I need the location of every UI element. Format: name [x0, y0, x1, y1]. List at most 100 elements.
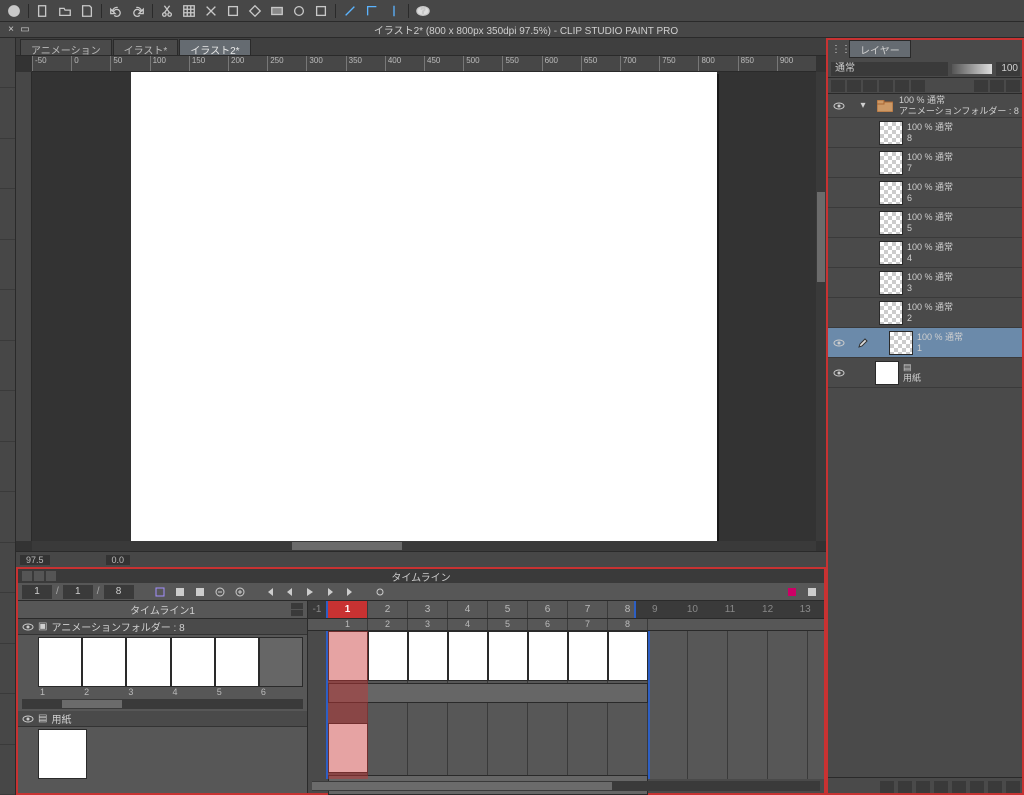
eye-icon[interactable] [827, 367, 851, 379]
layer-row[interactable]: 100 % 通常4 [827, 238, 1024, 268]
frame-cell[interactable] [528, 631, 568, 681]
track-strip[interactable] [328, 683, 648, 703]
cel-thumb[interactable] [259, 637, 303, 687]
cel-thumb[interactable] [126, 637, 170, 687]
frame-cell[interactable] [608, 631, 648, 681]
layer-color-icon[interactable] [988, 781, 1002, 793]
save-icon[interactable] [77, 2, 97, 20]
expand-icon[interactable]: ▾ [851, 100, 875, 111]
frame-cell[interactable] [488, 631, 528, 681]
new-timeline-icon[interactable] [152, 585, 168, 599]
zoom-in-icon[interactable] [232, 585, 248, 599]
tracklist-hscroll[interactable] [22, 699, 303, 709]
minimize-window-icon[interactable]: ▭ [20, 25, 30, 35]
playhead-column[interactable] [328, 631, 368, 779]
layer-tab[interactable]: レイヤー [849, 40, 911, 58]
clip-icon[interactable] [863, 80, 877, 92]
snap-special-icon[interactable] [362, 2, 382, 20]
timeline-spinner[interactable] [291, 603, 303, 617]
lock-pixel-icon[interactable] [847, 80, 861, 92]
grid-icon[interactable] [179, 2, 199, 20]
tab-illust2[interactable]: イラスト2* [179, 39, 250, 55]
tl-btn-a[interactable] [172, 585, 188, 599]
tab-animation[interactable]: アニメーション [20, 39, 112, 55]
layer-row[interactable]: 100 % 通常2 [827, 298, 1024, 328]
opacity-value[interactable]: 100 [996, 62, 1020, 76]
timeline-hscroll[interactable] [312, 781, 820, 791]
rotation-value[interactable]: 0.0 [106, 555, 131, 565]
loop-icon[interactable] [372, 585, 388, 599]
next-frame-icon[interactable] [322, 585, 338, 599]
frame-denoma[interactable]: 1 [63, 585, 93, 599]
new-layer-icon[interactable] [880, 781, 894, 793]
gradient-icon[interactable] [267, 2, 287, 20]
canvas-viewport[interactable] [32, 72, 816, 541]
draft-icon[interactable] [895, 80, 909, 92]
new-file-icon[interactable] [33, 2, 53, 20]
frame-tick[interactable]: 5 [488, 601, 528, 618]
help-icon[interactable]: ? [413, 2, 433, 20]
cel-thumb[interactable] [215, 637, 259, 687]
color-icon[interactable] [1006, 80, 1020, 92]
clip-studio-icon[interactable] [4, 2, 24, 20]
timeline-name[interactable]: タイムライン1 [130, 602, 195, 617]
layer-row-selected[interactable]: 100 % 通常1 [827, 328, 1024, 358]
cut-icon[interactable] [157, 2, 177, 20]
light-icon[interactable] [804, 585, 820, 599]
canvas-vscroll[interactable] [816, 72, 826, 541]
timeline-close-icon[interactable] [22, 571, 32, 581]
tl-btn-b[interactable] [192, 585, 208, 599]
frame-cell[interactable] [448, 631, 488, 681]
frame-tick[interactable]: 7 [568, 601, 608, 618]
lock-alpha-icon[interactable] [831, 80, 845, 92]
merge-icon[interactable] [934, 781, 948, 793]
go-start-icon[interactable] [262, 585, 278, 599]
tab-illust1[interactable]: イラスト* [113, 39, 179, 55]
snap-grid-icon[interactable] [384, 2, 404, 20]
zoom-out-icon[interactable] [212, 585, 228, 599]
track-paper[interactable]: ▤ 用紙 [18, 711, 307, 727]
mask-enable-icon[interactable] [970, 781, 984, 793]
onion-icon[interactable] [784, 585, 800, 599]
frame-denomb[interactable]: 8 [104, 585, 134, 599]
frame-cell[interactable] [408, 631, 448, 681]
layer-row[interactable]: 100 % 通常3 [827, 268, 1024, 298]
open-file-icon[interactable] [55, 2, 75, 20]
end-marker[interactable]: 9 10 11 12 13 [634, 601, 824, 618]
snap-ruler-icon[interactable] [340, 2, 360, 20]
tool-palette[interactable] [0, 38, 16, 795]
layer-folder[interactable]: ▾ 100 % 通常 アニメーションフォルダー : 8 [827, 94, 1024, 118]
clear-icon[interactable] [201, 2, 221, 20]
frame-tick[interactable]: 3 [408, 601, 448, 618]
eye-icon[interactable] [22, 621, 34, 633]
eye-icon[interactable] [22, 713, 34, 725]
frame-current[interactable]: 1 [328, 601, 368, 618]
undo-icon[interactable] [106, 2, 126, 20]
panel-grip-icon[interactable]: ⋮⋮ [831, 44, 845, 55]
frame-tick[interactable]: 6 [528, 601, 568, 618]
canvas-hscroll[interactable] [32, 541, 816, 551]
close-window-icon[interactable]: × [6, 25, 16, 35]
cel-thumb[interactable] [171, 637, 215, 687]
eye-icon[interactable] [827, 100, 851, 112]
frame-ruler[interactable]: -1 1 2 3 4 5 6 7 8 9 10 11 12 [308, 601, 824, 619]
mask-add-icon[interactable] [952, 781, 966, 793]
cel-thumb[interactable] [82, 637, 126, 687]
start-marker[interactable]: -1 [308, 601, 328, 618]
layer-paper[interactable]: ▤用紙 [827, 358, 1024, 388]
redo-icon[interactable] [128, 2, 148, 20]
fill-icon[interactable] [245, 2, 265, 20]
frame-cell[interactable] [368, 631, 408, 681]
current-frame[interactable]: 1 [22, 585, 52, 599]
mask-icon[interactable] [974, 80, 988, 92]
timeline-min-icon[interactable] [34, 571, 44, 581]
frame-tick[interactable]: 2 [368, 601, 408, 618]
track-anim-folder[interactable]: ▣ アニメーションフォルダー : 8 [18, 619, 307, 635]
layer-row[interactable]: 100 % 通常6 [827, 178, 1024, 208]
ruler-icon[interactable] [990, 80, 1004, 92]
layer-row[interactable]: 100 % 通常8 [827, 118, 1024, 148]
play-icon[interactable] [302, 585, 318, 599]
prev-frame-icon[interactable] [282, 585, 298, 599]
eye-icon[interactable] [827, 337, 851, 349]
cel-thumb[interactable] [38, 637, 82, 687]
